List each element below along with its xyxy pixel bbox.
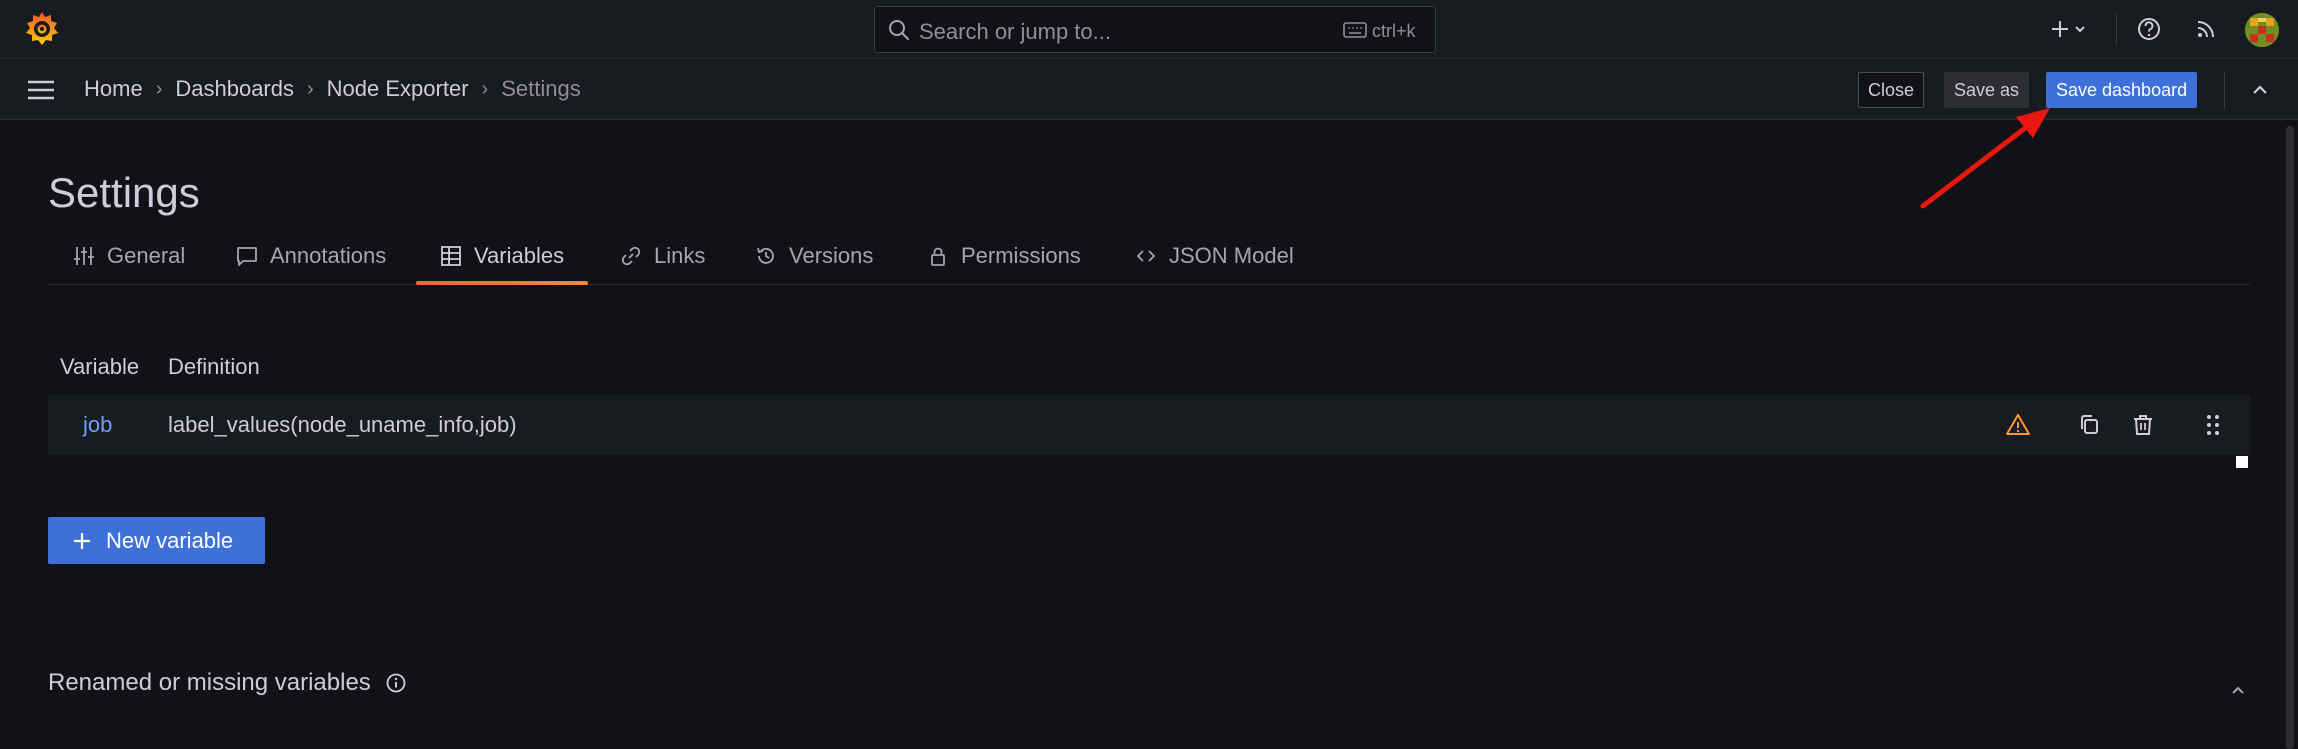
tab-links[interactable]: Links	[620, 241, 705, 285]
save-dashboard-button[interactable]: Save dashboard	[2046, 72, 2198, 108]
breadcrumb: Home › Dashboards › Node Exporter › Sett…	[84, 76, 581, 102]
column-header-definition: Definition	[168, 354, 260, 379]
toolbar-divider	[2116, 14, 2117, 44]
drag-handle-icon[interactable]	[2200, 412, 2226, 438]
tab-general[interactable]: General	[73, 241, 185, 285]
keyboard-icon	[1343, 22, 1367, 38]
tab-label: JSON Model	[1169, 243, 1294, 268]
breadcrumb-home[interactable]: Home	[84, 76, 143, 102]
chevron-right-icon: ›	[155, 77, 163, 100]
search-bar[interactable]: Search or jump to... ctrl+k	[874, 6, 1436, 53]
new-variable-button[interactable]: New variable	[48, 517, 265, 564]
breadcrumb-settings: Settings	[501, 76, 581, 101]
settings-tabs: General Annotations Variables Links Vers…	[48, 241, 2250, 285]
help-icon[interactable]	[2134, 14, 2164, 44]
missing-variables-title: Renamed or missing variables	[48, 669, 371, 696]
variable-definition: label_values(node_uname_info,job)	[168, 412, 517, 437]
comment-icon	[237, 247, 257, 266]
tab-versions[interactable]: Versions	[755, 241, 873, 285]
warning-icon[interactable]	[2005, 412, 2031, 438]
trash-icon[interactable]	[2130, 412, 2156, 438]
duplicate-icon[interactable]	[2077, 412, 2103, 438]
column-header-variable: Variable	[60, 354, 140, 379]
chevron-up-icon[interactable]	[2248, 78, 2272, 102]
breadcrumb-dashboards[interactable]: Dashboards	[175, 76, 294, 102]
user-avatar[interactable]	[2245, 13, 2279, 47]
tab-json-model[interactable]: JSON Model	[1135, 241, 1294, 285]
sliders-icon	[74, 247, 94, 265]
avatar-image-icon	[2245, 13, 2279, 47]
menu-icon[interactable]	[26, 78, 56, 102]
chevron-right-icon: ›	[481, 77, 489, 100]
tab-label: Annotations	[270, 243, 387, 268]
settings-content: Settings General Annotations Variables L…	[0, 121, 2280, 749]
chevron-up-icon[interactable]	[2227, 679, 2249, 701]
page-title: Settings	[48, 169, 200, 216]
search-icon	[889, 20, 909, 40]
tab-label: Versions	[789, 243, 874, 268]
add-new-icon[interactable]	[2046, 14, 2094, 44]
breadcrumb-bar: Home › Dashboards › Node Exporter › Sett…	[0, 60, 2298, 120]
tab-permissions[interactable]: Permissions	[927, 241, 1081, 285]
table-row: job label_values(node_uname_info,job)	[48, 395, 2250, 455]
variable-name-link[interactable]: job	[83, 412, 112, 438]
resize-handle	[2236, 456, 2248, 468]
tab-label: General	[107, 243, 186, 268]
tab-label: Permissions	[961, 243, 1081, 268]
top-bar: Search or jump to... ctrl+k	[0, 0, 2298, 59]
close-button[interactable]: Close	[1858, 72, 1925, 108]
scrollbar[interactable]	[2286, 126, 2294, 749]
code-icon	[1136, 250, 1156, 262]
toolbar-divider	[2224, 72, 2225, 108]
tab-annotations[interactable]: Annotations	[236, 241, 386, 285]
save-as-button[interactable]: Save as	[1944, 72, 2030, 108]
table-icon	[441, 246, 461, 266]
tab-label: Links	[654, 243, 706, 268]
search-placeholder: Search or jump to...	[919, 19, 1111, 44]
search-shortcut: ctrl+k	[1372, 21, 1416, 41]
history-icon	[757, 247, 774, 264]
news-feed-icon[interactable]	[2191, 14, 2221, 44]
lock-icon	[931, 247, 945, 266]
link-icon	[621, 246, 641, 266]
info-icon[interactable]	[385, 672, 407, 694]
chevron-right-icon: ›	[307, 77, 314, 100]
missing-variables-header[interactable]: Renamed or missing variables	[48, 669, 407, 697]
grafana-logo-icon[interactable]	[22, 9, 62, 49]
tab-label: Variables	[474, 243, 565, 268]
breadcrumb-node-exporter[interactable]: Node Exporter	[327, 76, 469, 102]
tab-variables[interactable]: Variables	[415, 241, 589, 285]
plus-icon	[74, 532, 90, 549]
new-variable-label: New variable	[106, 527, 234, 553]
